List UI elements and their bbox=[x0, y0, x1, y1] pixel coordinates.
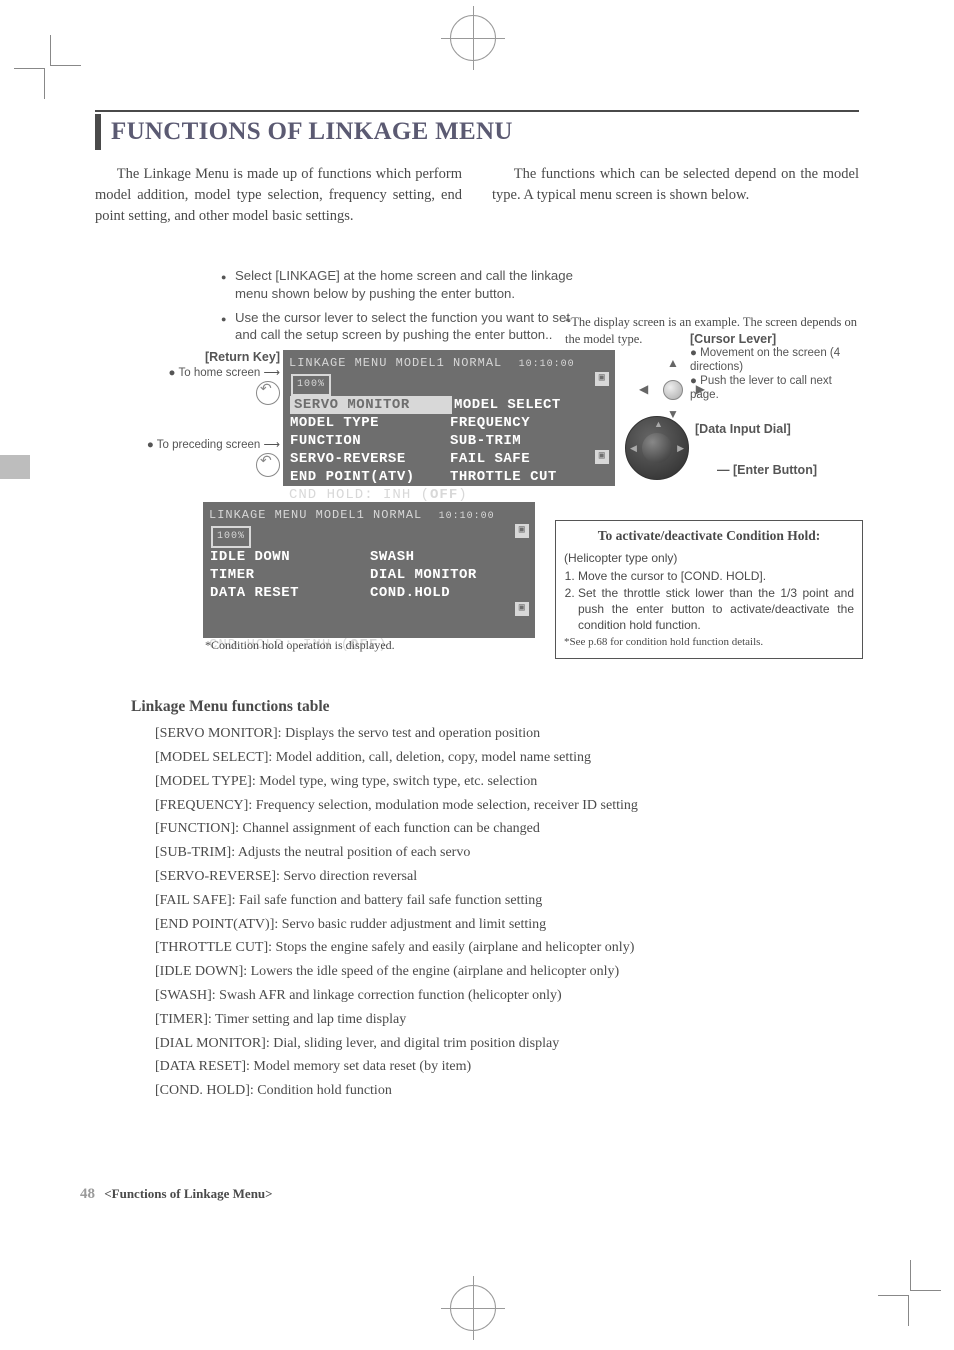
lcd-time: 10:10:00 bbox=[439, 511, 495, 522]
function-row: [SWASH]: Swash AFR and linkage correctio… bbox=[155, 984, 859, 1008]
return-icon bbox=[256, 381, 280, 405]
function-row: [FUNCTION]: Channel assignment of each f… bbox=[155, 817, 859, 841]
scroll-down-icon: ▣ bbox=[595, 450, 609, 464]
function-row: [THROTTLE CUT]: Stops the engine safely … bbox=[155, 936, 859, 960]
lcd-header: LINKAGE MENU MODEL1 NORMAL bbox=[209, 508, 422, 522]
push-label: PUSH bbox=[644, 445, 665, 452]
lcd-footer: ) bbox=[458, 487, 467, 503]
scroll-up-icon: ▣ bbox=[595, 372, 609, 386]
function-row: [FREQUENCY]: Frequency selection, modula… bbox=[155, 794, 859, 818]
footer-title: <Functions of Linkage Menu> bbox=[104, 1186, 272, 1201]
cursor-lever-block: [Cursor Lever] ● Movement on the screen … bbox=[690, 332, 860, 402]
menu-item: SERVO MONITOR bbox=[290, 396, 452, 414]
return-key-title: [Return Key] bbox=[140, 350, 280, 365]
cond-title: To activate/deactivate Condition Hold: bbox=[564, 527, 854, 545]
enter-button-label: — [Enter Button] bbox=[717, 463, 817, 478]
function-row: [TIMER]: Timer setting and lap time disp… bbox=[155, 1008, 859, 1032]
scroll-up-icon: ▣ bbox=[515, 524, 529, 538]
return-home-label: To home screen bbox=[178, 367, 260, 379]
menu-item: END POINT(ATV) bbox=[290, 468, 448, 486]
lcd-time: 10:10:00 bbox=[519, 359, 575, 370]
menu-item: TIMER bbox=[210, 566, 368, 584]
data-dial-icon: PUSH ▲◀▶ bbox=[625, 416, 689, 480]
cond-note: (Helicopter type only) bbox=[564, 550, 854, 566]
menu-item: MODEL TYPE bbox=[290, 414, 448, 432]
cursor-text: Push the lever to call next page. bbox=[690, 375, 832, 401]
function-row: [IDLE DOWN]: Lowers the idle speed of th… bbox=[155, 960, 859, 984]
cursor-text: Movement on the screen (4 directions) bbox=[690, 347, 840, 373]
menu-item: COND.HOLD bbox=[370, 584, 528, 602]
intro-right: The functions which can be selected depe… bbox=[492, 164, 859, 206]
dial-label: [Data Input Dial] bbox=[695, 422, 791, 437]
rule bbox=[95, 110, 859, 112]
function-row: [COND. HOLD]: Condition hold function bbox=[155, 1079, 859, 1103]
function-row: [SUB-TRIM]: Adjusts the neutral position… bbox=[155, 841, 859, 865]
function-row: [DATA RESET]: Model memory set data rese… bbox=[155, 1055, 859, 1079]
menu-item: DATA RESET bbox=[210, 584, 368, 602]
cond-foot: *See p.68 for condition hold function de… bbox=[564, 635, 854, 650]
return-key-block: [Return Key] ● To home screen ⟶ ● To pre… bbox=[140, 350, 280, 477]
menu-item: FAIL SAFE bbox=[450, 450, 608, 468]
cursor-lever-title: [Cursor Lever] bbox=[690, 332, 860, 347]
cond-step: Move the cursor to [COND. HOLD]. bbox=[578, 568, 854, 584]
page-footer: 48 <Functions of Linkage Menu> bbox=[80, 1186, 273, 1203]
scroll-down-icon: ▣ bbox=[515, 602, 529, 616]
lcd-header: LINKAGE MENU MODEL1 NORMAL bbox=[289, 356, 502, 370]
crop-mark bbox=[878, 1295, 909, 1326]
page-number: 48 bbox=[80, 1186, 95, 1202]
instruction-item: Select [LINKAGE] at the home screen and … bbox=[225, 267, 580, 303]
lcd-screen-2: LINKAGE MENU MODEL1 NORMAL 10:10:00100% … bbox=[203, 502, 535, 638]
intro-left: The Linkage Menu is made up of functions… bbox=[95, 164, 462, 227]
intro-columns: The Linkage Menu is made up of functions… bbox=[95, 164, 859, 227]
joystick-icon: ▲▼ ◀▶ bbox=[645, 362, 699, 416]
menu-item: MODEL SELECT bbox=[454, 396, 608, 414]
lcd-footer: CND HOLD: INH ( bbox=[289, 487, 430, 503]
cond-step: Set the throttle stick lower than the 1/… bbox=[578, 585, 854, 634]
function-row: [MODEL TYPE]: Model type, wing type, swi… bbox=[155, 770, 859, 794]
menu-item: FUNCTION bbox=[290, 432, 448, 450]
menu-item: FREQUENCY bbox=[450, 414, 608, 432]
page-title: FUNCTIONS OF LINKAGE MENU bbox=[111, 118, 859, 146]
instruction-item: Use the cursor lever to select the funct… bbox=[225, 309, 580, 345]
function-row: [SERVO-REVERSE]: Servo direction reversa… bbox=[155, 865, 859, 889]
lcd-battery: 100% bbox=[291, 374, 331, 396]
functions-table-heading: Linkage Menu functions table bbox=[131, 698, 859, 716]
function-row: [FAIL SAFE]: Fail safe function and batt… bbox=[155, 889, 859, 913]
lcd-screen-1: LINKAGE MENU MODEL1 NORMAL 10:10:00100% … bbox=[283, 350, 615, 486]
lcd-battery: 100% bbox=[211, 526, 251, 548]
diagram-area: [Return Key] ● To home screen ⟶ ● To pre… bbox=[95, 350, 859, 680]
function-row: [MODEL SELECT]: Model addition, call, de… bbox=[155, 746, 859, 770]
return-prev-label: To preceding screen bbox=[157, 439, 261, 451]
instructions-list: Select [LINKAGE] at the home screen and … bbox=[185, 267, 580, 344]
menu-item: IDLE DOWN bbox=[210, 548, 368, 566]
menu-item: DIAL MONITOR bbox=[370, 566, 528, 584]
menu-item: SWASH bbox=[370, 548, 528, 566]
title-box: FUNCTIONS OF LINKAGE MENU bbox=[95, 114, 859, 150]
lcd2-caption: *Condition hold operation is displayed. bbox=[205, 638, 395, 653]
condition-hold-box: To activate/deactivate Condition Hold: (… bbox=[555, 520, 863, 659]
return-icon bbox=[256, 453, 280, 477]
lcd-footer-val: OFF bbox=[430, 487, 458, 503]
function-row: [END POINT(ATV)]: Servo basic rudder adj… bbox=[155, 913, 859, 937]
menu-item: SERVO-REVERSE bbox=[290, 450, 448, 468]
functions-table: [SERVO MONITOR]: Displays the servo test… bbox=[155, 722, 859, 1103]
crop-mark bbox=[910, 1260, 941, 1291]
menu-item: SUB-TRIM bbox=[450, 432, 608, 450]
registration-mark-icon bbox=[450, 1285, 496, 1331]
function-row: [DIAL MONITOR]: Dial, sliding lever, and… bbox=[155, 1032, 859, 1056]
menu-item: THROTTLE CUT bbox=[450, 468, 608, 486]
function-row: [SERVO MONITOR]: Displays the servo test… bbox=[155, 722, 859, 746]
